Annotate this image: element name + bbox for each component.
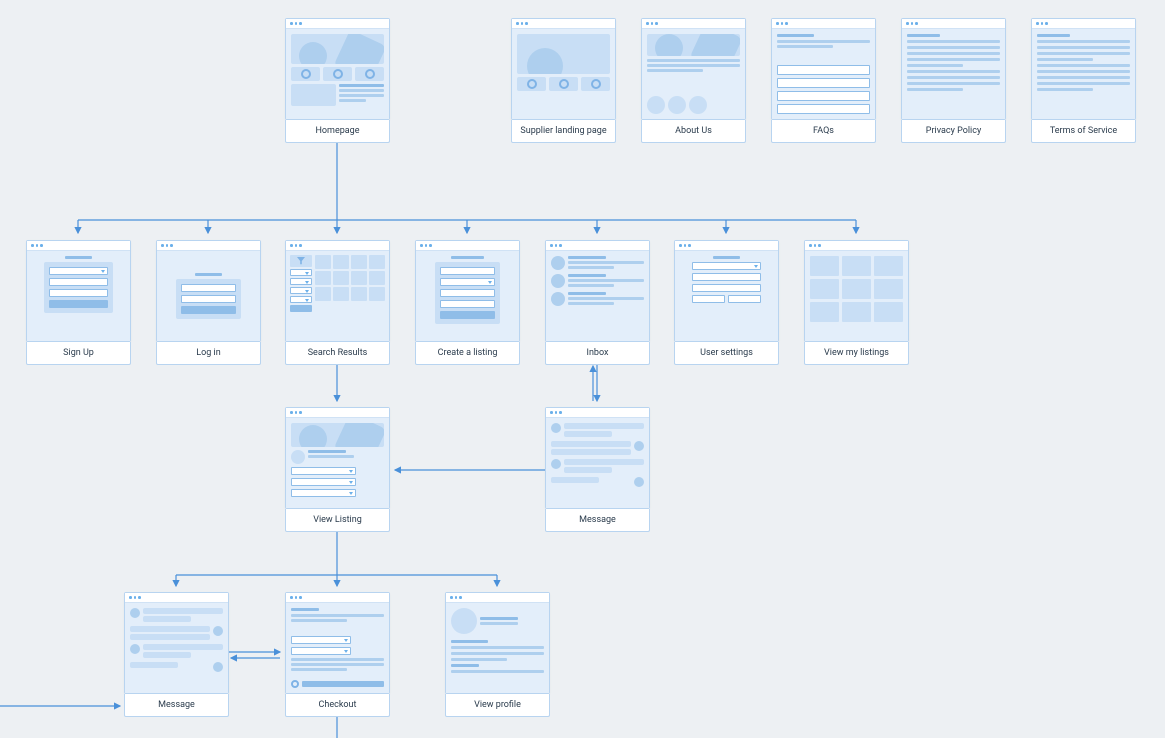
node-label: Supplier landing page <box>511 120 616 143</box>
node-message-row4[interactable]: Message <box>124 592 229 717</box>
window-dots-icon <box>286 408 389 418</box>
node-create-listing[interactable]: Create a listing <box>415 240 520 365</box>
node-search-results[interactable]: Search Results <box>285 240 390 365</box>
node-label: Message <box>545 509 650 532</box>
node-label: Create a listing <box>415 342 520 365</box>
node-label: Inbox <box>545 342 650 365</box>
window-dots-icon <box>446 593 549 603</box>
node-terms[interactable]: Terms of Service <box>1031 18 1136 143</box>
node-label: View Listing <box>285 509 390 532</box>
node-label: User settings <box>674 342 779 365</box>
node-label: Checkout <box>285 694 390 717</box>
window-dots-icon <box>125 593 228 603</box>
node-view-my-listings[interactable]: View my listings <box>804 240 909 365</box>
window-dots-icon <box>416 241 519 251</box>
node-label: View my listings <box>804 342 909 365</box>
node-label: Homepage <box>285 120 390 143</box>
node-privacy-policy[interactable]: Privacy Policy <box>901 18 1006 143</box>
window-dots-icon <box>642 19 745 29</box>
window-dots-icon <box>286 19 389 29</box>
node-message-row3[interactable]: Message <box>545 407 650 532</box>
window-dots-icon <box>512 19 615 29</box>
node-label: FAQs <box>771 120 876 143</box>
node-view-listing[interactable]: View Listing <box>285 407 390 532</box>
window-dots-icon <box>546 408 649 418</box>
window-dots-icon <box>805 241 908 251</box>
sitemap-canvas: Homepage Supplier landing page About Us … <box>0 0 1165 738</box>
node-label: View profile <box>445 694 550 717</box>
filter-icon <box>297 257 305 265</box>
window-dots-icon <box>27 241 130 251</box>
window-dots-icon <box>772 19 875 29</box>
node-inbox[interactable]: Inbox <box>545 240 650 365</box>
node-label: Message <box>124 694 229 717</box>
node-sign-up[interactable]: Sign Up <box>26 240 131 365</box>
node-supplier-landing[interactable]: Supplier landing page <box>511 18 616 143</box>
node-checkout[interactable]: Checkout <box>285 592 390 717</box>
node-view-profile[interactable]: View profile <box>445 592 550 717</box>
window-dots-icon <box>286 241 389 251</box>
window-dots-icon <box>1032 19 1135 29</box>
node-label: Log in <box>156 342 261 365</box>
node-label: Terms of Service <box>1031 120 1136 143</box>
node-homepage[interactable]: Homepage <box>285 18 390 143</box>
node-faqs[interactable]: FAQs <box>771 18 876 143</box>
node-user-settings[interactable]: User settings <box>674 240 779 365</box>
node-label: Sign Up <box>26 342 131 365</box>
window-dots-icon <box>902 19 1005 29</box>
window-dots-icon <box>157 241 260 251</box>
window-dots-icon <box>286 593 389 603</box>
node-label: About Us <box>641 120 746 143</box>
node-label: Search Results <box>285 342 390 365</box>
window-dots-icon <box>546 241 649 251</box>
node-about-us[interactable]: About Us <box>641 18 746 143</box>
window-dots-icon <box>675 241 778 251</box>
node-label: Privacy Policy <box>901 120 1006 143</box>
node-log-in[interactable]: Log in <box>156 240 261 365</box>
